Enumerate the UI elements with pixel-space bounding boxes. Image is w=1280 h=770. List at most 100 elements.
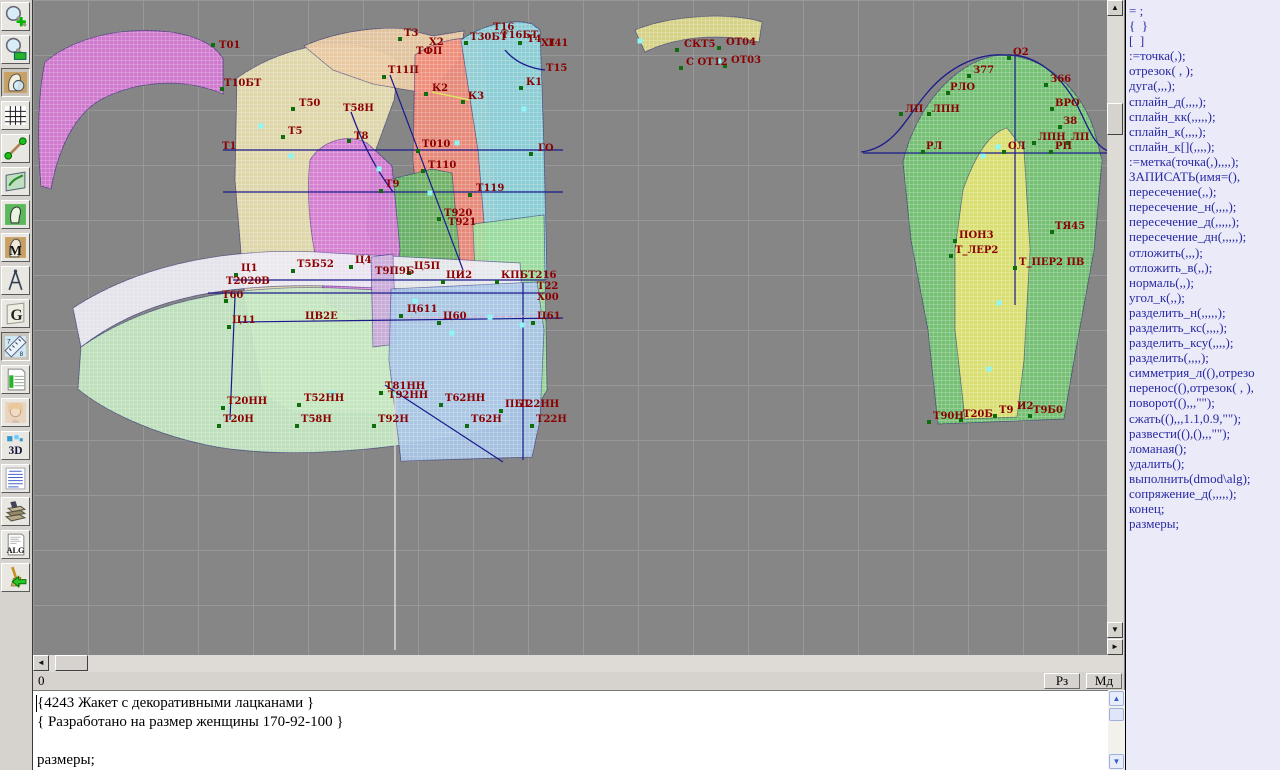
point-marker[interactable] [531,321,535,325]
point-marker[interactable] [281,135,285,139]
alg-icon[interactable]: ALG [1,530,30,559]
3d-icon[interactable]: 3D [1,431,30,460]
point-marker[interactable] [899,112,903,116]
command-item[interactable]: :=точка(,); [1129,48,1280,63]
command-item[interactable]: :=метка(точка(,),,,,); [1129,154,1280,169]
point-marker[interactable] [291,107,295,111]
point-marker[interactable] [927,420,931,424]
command-item[interactable]: конец; [1129,501,1280,516]
command-item[interactable]: отложить(,,,); [1129,245,1280,260]
horizontal-scroll-thumb[interactable] [55,655,88,671]
point-marker[interactable] [1044,83,1048,87]
command-item[interactable]: разделить_н(,,,,,); [1129,305,1280,320]
command-item[interactable]: сопряжение_д(,,,,,); [1129,486,1280,501]
command-item[interactable]: ломаная(); [1129,441,1280,456]
point-marker[interactable] [291,269,295,273]
broom-icon[interactable] [1,563,30,592]
point-marker[interactable] [1007,56,1011,60]
scroll-right-icon[interactable]: ► [1107,639,1123,655]
command-item[interactable]: = ; [1129,3,1280,18]
point-marker[interactable] [949,254,953,258]
editor-scroll-down-icon[interactable]: ▼ [1109,754,1124,769]
pattern-canvas[interactable]: Т01Т3Т30БТТ4Т41Т10БТТ50Т5Т1Т8Т58НХ2ТФПТ1… [33,0,1107,655]
point-marker[interactable] [461,100,465,104]
command-item[interactable]: ЗАПИСАТЬ(имя=(), [1129,169,1280,184]
ruler-icon[interactable]: 78 [1,332,30,361]
view-pattern-icon[interactable] [1,68,30,97]
point-marker[interactable] [1050,230,1054,234]
point-marker[interactable] [921,150,925,154]
command-item[interactable]: отрезок( , ); [1129,63,1280,78]
command-item[interactable]: выполнить(dmod\alg); [1129,471,1280,486]
command-item[interactable]: угол_к(,,); [1129,290,1280,305]
point-marker[interactable] [1050,107,1054,111]
point-marker[interactable] [529,152,533,156]
canvas-vertical-scrollbar[interactable]: ▲ ▼ ► [1107,0,1124,655]
point-marker[interactable] [717,46,721,50]
zoom-in-icon[interactable] [1,2,30,31]
canvas-horizontal-scrollbar[interactable]: ◄ [33,655,1124,672]
command-item[interactable]: удалить(); [1129,456,1280,471]
scroll-down-icon[interactable]: ▼ [1107,622,1123,638]
point-marker-selected[interactable] [377,167,382,172]
editor-scrollbar[interactable]: ▲ ▼ [1108,690,1125,770]
command-item[interactable]: пересечение_д(,,,,,); [1129,214,1280,229]
model-photo-icon[interactable] [1,398,30,427]
command-item[interactable]: сплайн_к(,,,,); [1129,124,1280,139]
plan-icon[interactable] [1,167,30,196]
point-marker-selected[interactable] [996,145,1001,150]
point-marker[interactable] [464,41,468,45]
pattern-drawing[interactable]: Т01Т3Т30БТТ4Т41Т10БТТ50Т5Т1Т8Т58НХ2ТФПТ1… [33,0,1107,655]
point-marker[interactable] [441,280,445,284]
point-marker[interactable] [1032,141,1036,145]
point-marker[interactable] [518,41,522,45]
point-marker[interactable] [382,75,386,79]
point-marker[interactable] [993,414,997,418]
command-item[interactable]: нормаль(,,); [1129,275,1280,290]
pattern-m-icon[interactable]: M [1,233,30,262]
point-marker[interactable] [465,424,469,428]
point-marker-selected[interactable] [638,39,643,44]
scroll-up-icon[interactable]: ▲ [1107,0,1123,16]
point-marker[interactable] [530,424,534,428]
point-marker[interactable] [349,265,353,269]
command-item[interactable]: сжать((),,,1.1,0.9,""); [1129,411,1280,426]
point-marker-selected[interactable] [289,154,294,159]
command-item[interactable]: пересечение(,,); [1129,184,1280,199]
rz-button[interactable]: Рз [1044,673,1080,689]
command-item[interactable]: [ ] [1129,33,1280,48]
zoom-window-icon[interactable] [1,35,30,64]
segment-icon[interactable] [1,134,30,163]
command-item[interactable]: разделить(,,,,); [1129,350,1280,365]
command-item[interactable]: сплайн_кк(,,,,,); [1129,109,1280,124]
point-marker[interactable] [211,43,215,47]
grid-icon[interactable] [1,101,30,130]
point-marker-selected[interactable] [488,315,493,320]
command-item[interactable]: поворот((),,,""); [1129,395,1280,410]
scroll-left-icon[interactable]: ◄ [33,655,49,671]
vertical-scroll-thumb[interactable] [1107,103,1123,135]
point-marker[interactable] [519,86,523,90]
editor-scroll-thumb[interactable] [1109,708,1124,721]
point-marker[interactable] [1002,150,1006,154]
point-marker[interactable] [679,66,683,70]
command-item[interactable]: { } [1129,18,1280,33]
point-marker[interactable] [217,424,221,428]
point-marker[interactable] [967,74,971,78]
point-marker-selected[interactable] [428,191,433,196]
editor-scroll-up-icon[interactable]: ▲ [1109,691,1124,706]
point-marker[interactable] [379,189,383,193]
point-marker[interactable] [295,424,299,428]
point-marker-selected[interactable] [450,331,455,336]
text-list-icon[interactable] [1,464,30,493]
command-item[interactable]: перенос((),отрезок( , ), [1129,380,1280,395]
point-marker-selected[interactable] [455,141,460,146]
books-icon[interactable] [1,497,30,526]
point-marker[interactable] [1049,150,1053,154]
point-marker-selected[interactable] [522,107,527,112]
point-marker[interactable] [437,217,441,221]
command-item[interactable]: сплайн_д(,,,,); [1129,94,1280,109]
point-marker[interactable] [437,321,441,325]
point-marker-selected[interactable] [259,124,264,129]
point-marker[interactable] [499,409,503,413]
